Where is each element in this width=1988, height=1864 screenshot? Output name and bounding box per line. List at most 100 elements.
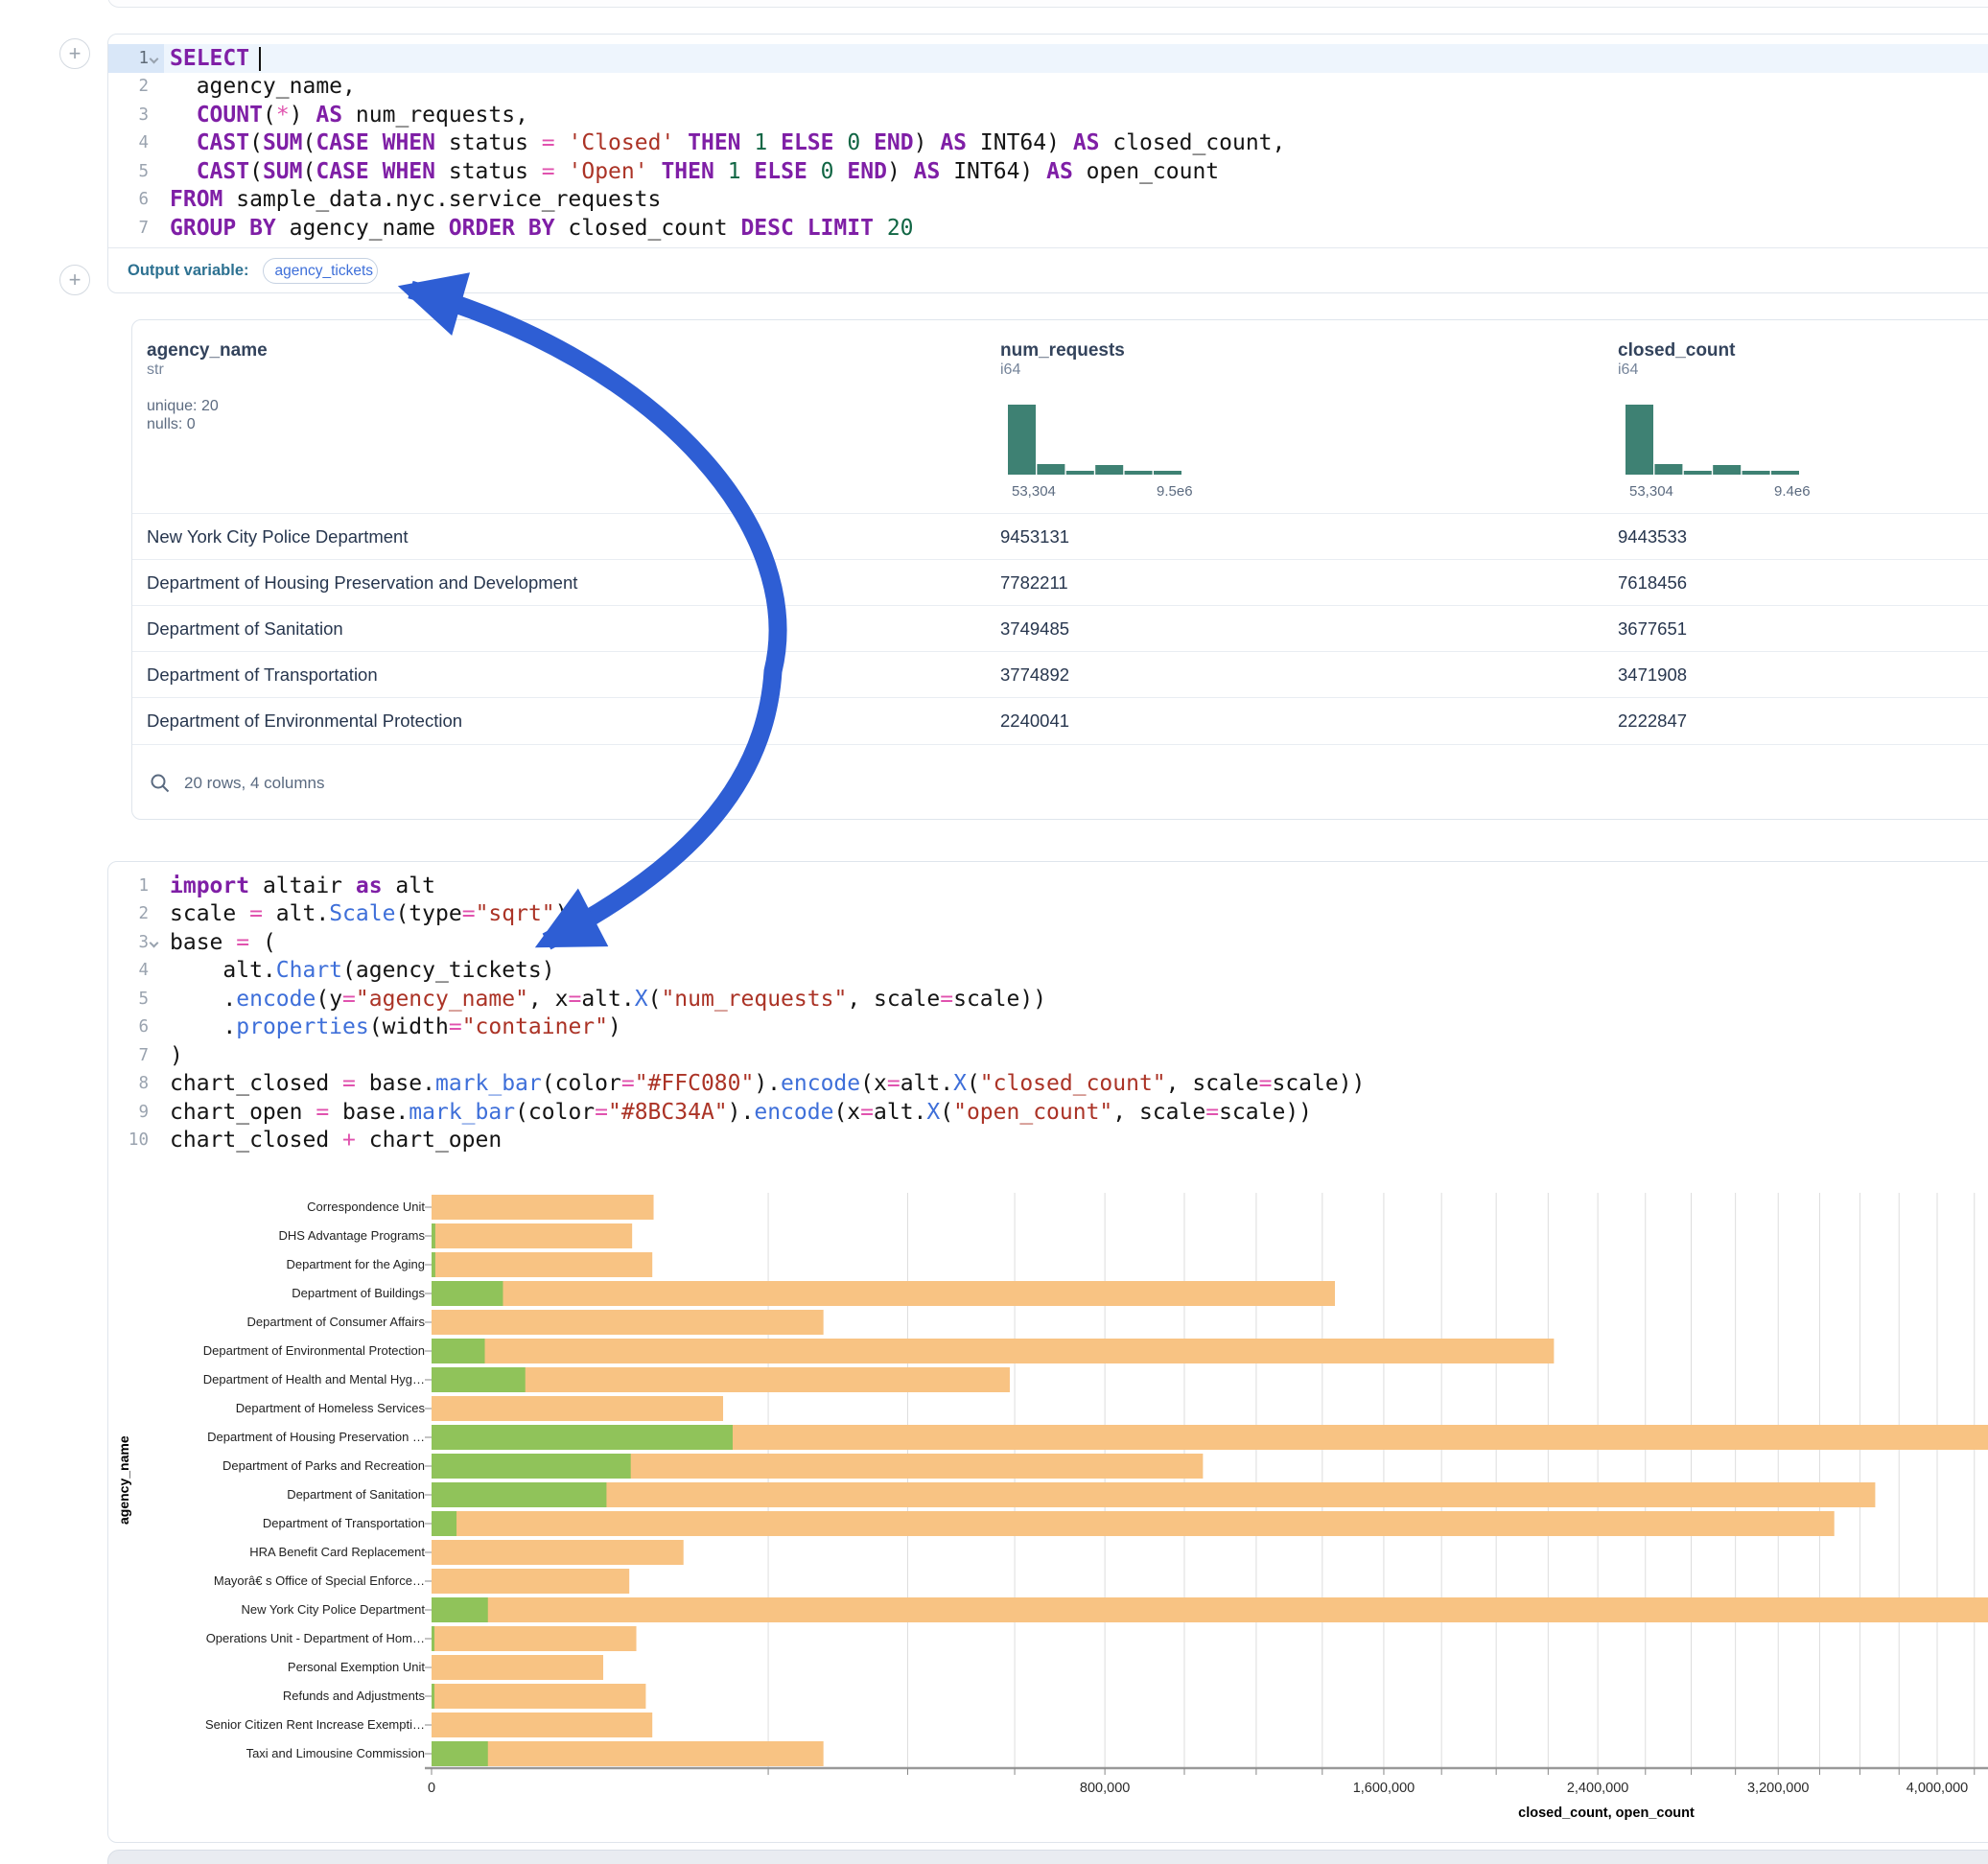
output-variable-pill[interactable]: agency_tickets xyxy=(263,258,378,284)
code-text: chart_open = base.mark_bar(color="#8BC34… xyxy=(170,1100,1312,1125)
code-line[interactable]: 7GROUP BY agency_name ORDER BY closed_co… xyxy=(108,214,1988,243)
sql-code-editor[interactable]: 1SELECT2 agency_name,3 COUNT(*) AS num_r… xyxy=(108,35,1988,243)
code-text: GROUP BY agency_name ORDER BY closed_cou… xyxy=(170,216,914,241)
code-text: SELECT xyxy=(170,46,261,71)
open-count-bar xyxy=(432,1741,488,1766)
column-histogram xyxy=(1008,402,1182,475)
line-number: 6 xyxy=(108,186,164,215)
open-count-bar xyxy=(432,1281,503,1306)
open-count-bar xyxy=(432,1597,488,1622)
closed-count-bar xyxy=(432,1396,723,1421)
table-row[interactable]: Department of Housing Preservation and D… xyxy=(132,559,1988,605)
column-col-type: str xyxy=(147,361,164,379)
python-code-editor[interactable]: 1import altair as alt2scale = alt.Scale(… xyxy=(108,862,1988,1154)
code-text: CAST(SUM(CASE WHEN status = 'Closed' THE… xyxy=(170,130,1285,155)
code-line[interactable]: 8chart_closed = base.mark_bar(color="#FF… xyxy=(108,1070,1988,1099)
open-count-bar xyxy=(432,1684,434,1709)
code-line[interactable]: 4 alt.Chart(agency_tickets) xyxy=(108,957,1988,986)
closed-count-bar xyxy=(432,1482,1875,1507)
table-cell: 3749485 xyxy=(1000,606,1069,652)
line-number: 6 xyxy=(108,1014,164,1042)
column-col-stat: nulls: 0 xyxy=(147,416,196,433)
column-col-type: i64 xyxy=(1000,361,1020,379)
x-axis-tick-label: 3,200,000 xyxy=(1747,1781,1810,1796)
table-cell: 3774892 xyxy=(1000,652,1069,698)
code-text: FROM sample_data.nyc.service_requests xyxy=(170,187,661,212)
add-cell-button-middle[interactable]: + xyxy=(59,265,90,295)
table-cell: Department of Housing Preservation and D… xyxy=(147,560,577,606)
x-axis-tick-label: 4,000,000 xyxy=(1906,1781,1969,1796)
open-count-bar xyxy=(432,1252,435,1277)
column-col-name: num_requests xyxy=(1000,340,1125,361)
table-footer: 20 rows, 4 columns xyxy=(132,744,1988,820)
code-line[interactable]: 2scale = alt.Scale(type="sqrt") xyxy=(108,900,1988,929)
open-count-bar xyxy=(432,1454,631,1479)
code-text: chart_closed + chart_open xyxy=(170,1128,502,1153)
hist-max: 9.5e6 xyxy=(1157,483,1193,500)
open-count-bar xyxy=(432,1511,456,1536)
line-number: 5 xyxy=(108,157,164,186)
code-text: chart_closed = base.mark_bar(color="#FFC… xyxy=(170,1071,1365,1096)
line-number: 5 xyxy=(108,985,164,1014)
line-number: 7 xyxy=(108,214,164,243)
fold-chevron-icon[interactable] xyxy=(150,55,159,64)
sql-cell: 1SELECT2 agency_name,3 COUNT(*) AS num_r… xyxy=(107,34,1988,293)
table-cell: 7782211 xyxy=(1000,560,1068,606)
open-count-bar xyxy=(432,1223,435,1248)
output-variable-bar: Output variable: agency_tickets xyxy=(108,247,1988,292)
code-text: scale = alt.Scale(type="sqrt") xyxy=(170,901,569,926)
code-text: import altair as alt xyxy=(170,874,435,898)
python-cell: 1import altair as alt2scale = alt.Scale(… xyxy=(107,861,1988,1843)
line-number: 4 xyxy=(108,129,164,158)
closed-count-bar xyxy=(432,1223,632,1248)
code-text: alt.Chart(agency_tickets) xyxy=(170,958,555,983)
code-text: COUNT(*) AS num_requests, xyxy=(170,103,528,128)
code-line[interactable]: 5 .encode(y="agency_name", x=alt.X("num_… xyxy=(108,985,1988,1014)
result-table: agency_namestrunique: 20nulls: 0num_requ… xyxy=(131,319,1988,820)
add-cell-button-top[interactable]: + xyxy=(59,38,90,69)
closed-count-bar xyxy=(432,1540,684,1565)
code-line[interactable]: 1SELECT xyxy=(108,44,1988,73)
table-cell: 3471908 xyxy=(1618,652,1687,698)
open-count-bar xyxy=(432,1367,526,1392)
table-row[interactable]: Department of Environmental Protection22… xyxy=(132,697,1988,743)
table-row[interactable]: Department of Sanitation 3749485 3677651 xyxy=(132,605,1988,651)
table-row[interactable]: New York City Police Department945313194… xyxy=(132,513,1988,559)
closed-count-bar xyxy=(432,1713,652,1737)
code-line[interactable]: 7) xyxy=(108,1041,1988,1070)
column-col-stat: unique: 20 xyxy=(147,398,219,415)
table-cell: 9453131 xyxy=(1000,514,1069,560)
next-cell-placeholder[interactable] xyxy=(107,1850,1988,1864)
line-number: 8 xyxy=(108,1070,164,1099)
line-number: 1 xyxy=(108,44,164,73)
bar-chart: 0800,0001,600,0002,400,0003,200,0004,000… xyxy=(108,1178,1988,1830)
closed-count-bar xyxy=(432,1310,824,1335)
table-cell: Department of Environmental Protection xyxy=(147,698,462,744)
code-line[interactable]: 6FROM sample_data.nyc.service_requests xyxy=(108,186,1988,215)
table-row[interactable]: Department of Transportation377489234719… xyxy=(132,651,1988,697)
closed-count-bar xyxy=(432,1741,824,1766)
table-cell: 3677651 xyxy=(1618,606,1687,652)
closed-count-bar xyxy=(432,1597,1988,1622)
code-line[interactable]: 5 CAST(SUM(CASE WHEN status = 'Open' THE… xyxy=(108,157,1988,186)
code-line[interactable]: 2 agency_name, xyxy=(108,73,1988,102)
x-axis-title: closed_count, open_count xyxy=(1518,1806,1695,1821)
column-col-name: closed_count xyxy=(1618,340,1735,361)
fold-chevron-icon[interactable] xyxy=(150,939,159,948)
code-line[interactable]: 9chart_open = base.mark_bar(color="#8BC3… xyxy=(108,1098,1988,1127)
code-text: ) xyxy=(170,1043,183,1068)
text-cursor xyxy=(259,47,261,71)
code-line[interactable]: 3base = ( xyxy=(108,928,1988,957)
code-line[interactable]: 6 .properties(width="container") xyxy=(108,1014,1988,1042)
code-line[interactable]: 4 CAST(SUM(CASE WHEN status = 'Closed' T… xyxy=(108,129,1988,158)
line-number: 3 xyxy=(108,101,164,129)
code-line[interactable]: 10chart_closed + chart_open xyxy=(108,1127,1988,1155)
x-axis-tick-label: 800,000 xyxy=(1080,1781,1130,1796)
code-text: base = ( xyxy=(170,930,276,955)
code-line[interactable]: 1import altair as alt xyxy=(108,872,1988,900)
row-count-label: 20 rows, 4 columns xyxy=(184,774,324,793)
table-cell: Department of Sanitation xyxy=(147,606,343,652)
search-icon[interactable] xyxy=(150,773,171,794)
code-line[interactable]: 3 COUNT(*) AS num_requests, xyxy=(108,101,1988,129)
line-number: 1 xyxy=(108,872,164,900)
